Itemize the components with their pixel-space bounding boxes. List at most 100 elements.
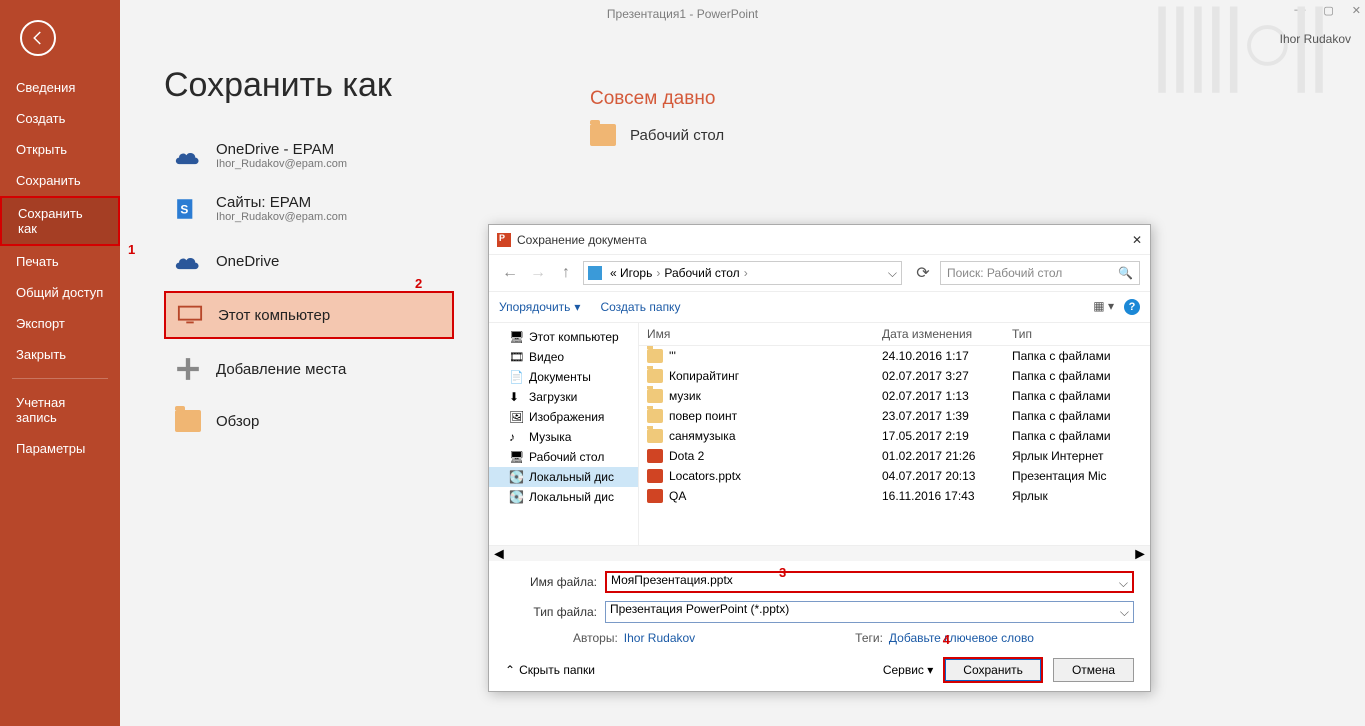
hide-folders-toggle[interactable]: ⌃ Скрыть папки (505, 663, 595, 677)
tree-this-pc[interactable]: 🖥Этот компьютер (489, 327, 638, 347)
sidebar-item-open[interactable]: Открыть (0, 134, 120, 165)
tree-local-disk-2[interactable]: 💽Локальный дис (489, 487, 638, 507)
authors-value[interactable]: Ihor Rudakov (624, 631, 695, 645)
save-button[interactable]: Сохранить (943, 657, 1043, 683)
new-folder-button[interactable]: Создать папку (600, 300, 680, 314)
annotation-3: 3 (779, 565, 786, 580)
pictures-icon: 🖼 (509, 410, 523, 424)
tags-label: Теги: (855, 631, 883, 645)
tree-desktop[interactable]: 🖥Рабочий стол (489, 447, 638, 467)
window-title: Презентация1 - PowerPoint (607, 7, 758, 21)
location-sites[interactable]: S Сайты: EPAMIhor_Rudakov@epam.com (164, 186, 454, 231)
tree-documents[interactable]: 📄Документы (489, 367, 638, 387)
file-row[interactable]: QA16.11.2016 17:43Ярлык (639, 486, 1150, 506)
view-mode-button[interactable]: ▦ ▾ (1093, 299, 1114, 315)
tree-pictures[interactable]: 🖼Изображения (489, 407, 638, 427)
authors-label: Авторы: (573, 631, 618, 645)
chevron-down-icon[interactable]: ⌵ (1120, 605, 1129, 620)
file-icon (647, 429, 663, 443)
recent-folder-label: Рабочий стол (630, 127, 724, 144)
dialog-nav: ← → ↑ « Игорь› Рабочий стол› ⌵ ⟳ Поиск: … (489, 255, 1150, 291)
horizontal-scrollbar[interactable]: ◄► (489, 545, 1150, 561)
organize-menu[interactable]: Упорядочить ▾ (499, 300, 580, 314)
tags-value[interactable]: Добавьте ключевое слово (889, 631, 1034, 645)
computer-icon (176, 301, 204, 329)
recent-folder[interactable]: Рабочий стол (590, 124, 724, 146)
location-onedrive[interactable]: OneDrive (164, 239, 454, 283)
titlebar: Презентация1 - PowerPoint — ▢ ✕ (0, 0, 1365, 28)
dialog-toolbar: Упорядочить ▾ Создать папку ▦ ▾ ? (489, 291, 1150, 323)
refresh-button[interactable]: ⟳ (912, 262, 934, 284)
filetype-select[interactable]: Презентация PowerPoint (*.pptx)⌵ (605, 601, 1134, 623)
chevron-up-icon: ⌃ (505, 663, 515, 677)
file-row[interactable]: '''24.10.2016 1:17Папка с файлами (639, 346, 1150, 366)
location-add-place[interactable]: Добавление места (164, 347, 454, 391)
back-button[interactable] (20, 20, 56, 56)
tree-downloads[interactable]: ⬇Загрузки (489, 387, 638, 407)
file-icon (647, 389, 663, 403)
location-this-pc[interactable]: Этот компьютер (164, 291, 454, 339)
sidebar-item-print[interactable]: Печать (0, 246, 120, 277)
location-onedrive-epam[interactable]: OneDrive - EPAMIhor_Rudakov@epam.com (164, 133, 454, 178)
sidebar-item-save-as[interactable]: Сохранить как (0, 196, 120, 246)
sidebar-item-new[interactable]: Создать (0, 103, 120, 134)
cloud-icon (174, 247, 202, 275)
location-browse[interactable]: Обзор (164, 399, 454, 443)
sidebar-item-share[interactable]: Общий доступ (0, 277, 120, 308)
dialog-titlebar: Сохранение документа ✕ (489, 225, 1150, 255)
tree-local-disk[interactable]: 💽Локальный дис (489, 467, 638, 487)
nav-up-button[interactable]: ↑ (555, 262, 577, 284)
window-controls: — ▢ ✕ (1294, 4, 1361, 17)
nav-back-button[interactable]: ← (499, 262, 521, 284)
column-type[interactable]: Тип (1012, 327, 1142, 341)
address-bar[interactable]: « Игорь› Рабочий стол› ⌵ (583, 261, 902, 285)
sidebar-item-options[interactable]: Параметры (0, 433, 120, 464)
sidebar-item-close[interactable]: Закрыть (0, 339, 120, 370)
search-input[interactable]: Поиск: Рабочий стол 🔍 (940, 261, 1140, 285)
sidebar-item-info[interactable]: Сведения (0, 72, 120, 103)
chevron-down-icon[interactable]: ⌵ (1119, 576, 1128, 591)
disk-icon: 💽 (509, 490, 523, 504)
recent-heading: Совсем давно (590, 88, 724, 110)
search-icon: 🔍 (1118, 266, 1133, 280)
page-title: Сохранить как (164, 66, 1365, 105)
folder-tree[interactable]: 🖥Этот компьютер 🎞Видео 📄Документы ⬇Загру… (489, 323, 639, 545)
file-row[interactable]: Dota 201.02.2017 21:26Ярлык Интернет (639, 446, 1150, 466)
backstage-sidebar: Сведения Создать Открыть Сохранить Сохра… (0, 0, 120, 726)
file-row[interactable]: Locators.pptx04.07.2017 20:13Презентация… (639, 466, 1150, 486)
file-row[interactable]: музик02.07.2017 1:13Папка с файлами (639, 386, 1150, 406)
sidebar-item-export[interactable]: Экспорт (0, 308, 120, 339)
minimize-icon[interactable]: — (1294, 4, 1305, 17)
powerpoint-icon (497, 233, 511, 247)
file-icon (647, 409, 663, 423)
tree-music[interactable]: ♪Музыка (489, 427, 638, 447)
column-name[interactable]: Имя (647, 327, 882, 341)
disk-icon: 💽 (509, 470, 523, 484)
column-date[interactable]: Дата изменения (882, 327, 1012, 341)
save-dialog: Сохранение документа ✕ ← → ↑ « Игорь› Ра… (488, 224, 1151, 692)
documents-icon: 📄 (509, 370, 523, 384)
maximize-icon[interactable]: ▢ (1323, 4, 1333, 17)
tree-videos[interactable]: 🎞Видео (489, 347, 638, 367)
sidebar-item-account[interactable]: Учетная запись (0, 387, 120, 433)
save-locations: OneDrive - EPAMIhor_Rudakov@epam.com S С… (164, 133, 454, 443)
folder-icon (590, 124, 616, 146)
dialog-close-button[interactable]: ✕ (1132, 233, 1142, 247)
close-icon[interactable]: ✕ (1352, 4, 1361, 17)
file-list: Имя Дата изменения Тип '''24.10.2016 1:1… (639, 323, 1150, 545)
sidebar-item-save[interactable]: Сохранить (0, 165, 120, 196)
filename-input[interactable]: МояПрезентация.pptx⌵ (605, 571, 1134, 593)
help-icon[interactable]: ? (1124, 299, 1140, 315)
cloud-icon (174, 142, 202, 170)
file-row[interactable]: повер поинт23.07.2017 1:39Папка с файлам… (639, 406, 1150, 426)
file-row[interactable]: Копирайтинг02.07.2017 3:27Папка с файлам… (639, 366, 1150, 386)
cancel-button[interactable]: Отмена (1053, 658, 1134, 682)
service-menu[interactable]: Сервис ▾ (883, 663, 933, 677)
folder-icon (174, 407, 202, 435)
file-list-header[interactable]: Имя Дата изменения Тип (639, 323, 1150, 346)
chevron-down-icon[interactable]: ⌵ (888, 266, 897, 281)
desktop-icon: 🖥 (509, 450, 523, 464)
dialog-title: Сохранение документа (517, 233, 647, 247)
file-row[interactable]: санямузыка17.05.2017 2:19Папка с файлами (639, 426, 1150, 446)
nav-forward-button[interactable]: → (527, 262, 549, 284)
